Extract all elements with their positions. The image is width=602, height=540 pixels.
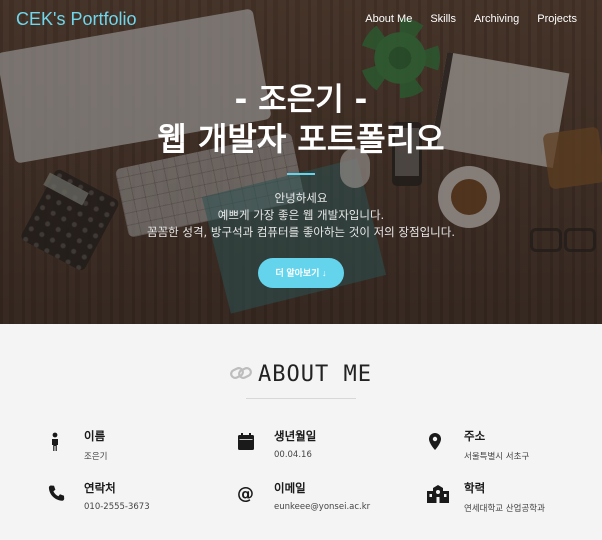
brand-logo[interactable]: CEK's Portfolio <box>16 9 136 30</box>
link-icon <box>230 365 252 385</box>
info-email: @ 이메일 eunkeee@yonsei.ac.kr <box>237 480 407 524</box>
info-birthdate: 생년월일 00.04.16 <box>237 428 407 472</box>
nav-about-me[interactable]: About Me <box>365 13 412 25</box>
info-label: 학력 <box>464 481 486 495</box>
nav-archiving[interactable]: Archiving <box>474 13 519 25</box>
info-label: 이메일 <box>274 481 306 495</box>
hero-name: - 조은기 - <box>234 82 368 118</box>
info-label: 이름 <box>84 429 106 443</box>
intro-line-2: 예쁘게 가장 좋은 웹 개발자입니다. <box>217 208 385 222</box>
nav-skills[interactable]: Skills <box>430 13 456 25</box>
location-pin-icon <box>427 432 447 452</box>
info-name: 이름 조은기 <box>47 428 217 472</box>
hero-divider <box>287 173 315 175</box>
info-value: 서울특별시 서초구 <box>464 452 530 462</box>
info-education: 학력 연세대학교 산업공학과 <box>427 480 597 524</box>
info-value: 00.04.16 <box>274 450 312 460</box>
intro-line-3: 꼼꼼한 성격, 방구석과 컴퓨터를 좋아하는 것이 저의 장점입니다. <box>147 225 455 239</box>
info-value: 조은기 <box>84 452 108 462</box>
school-icon <box>427 484 449 504</box>
info-label: 주소 <box>464 429 486 443</box>
learn-more-button[interactable]: 더 알아보기 ↓ <box>258 258 344 288</box>
info-address: 주소 서울특별시 서초구 <box>427 428 597 472</box>
hero-section: CEK's Portfolio About Me Skills Archivin… <box>0 0 602 324</box>
info-label: 생년월일 <box>274 429 317 443</box>
info-value: 연세대학교 산업공학과 <box>464 504 545 514</box>
about-underline <box>246 398 356 399</box>
info-value: 010-2555-3673 <box>84 502 150 512</box>
about-title: ABOUT ME <box>258 362 372 387</box>
info-label: 연락처 <box>84 481 116 495</box>
nav-projects[interactable]: Projects <box>537 13 577 25</box>
calendar-icon <box>237 432 257 452</box>
phone-icon <box>47 484 67 504</box>
main-nav: About Me Skills Archiving Projects <box>365 13 577 25</box>
person-icon <box>47 432 67 452</box>
about-heading: ABOUT ME <box>0 362 602 387</box>
hero-title: 웹 개발자 포트폴리오 <box>157 120 445 158</box>
info-phone: 연락처 010-2555-3673 <box>47 480 217 524</box>
svg-text:@: @ <box>237 484 254 504</box>
at-sign-icon: @ <box>237 484 257 504</box>
intro-line-1: 안녕하세요 <box>274 191 328 205</box>
info-value: eunkeee@yonsei.ac.kr <box>274 502 371 512</box>
